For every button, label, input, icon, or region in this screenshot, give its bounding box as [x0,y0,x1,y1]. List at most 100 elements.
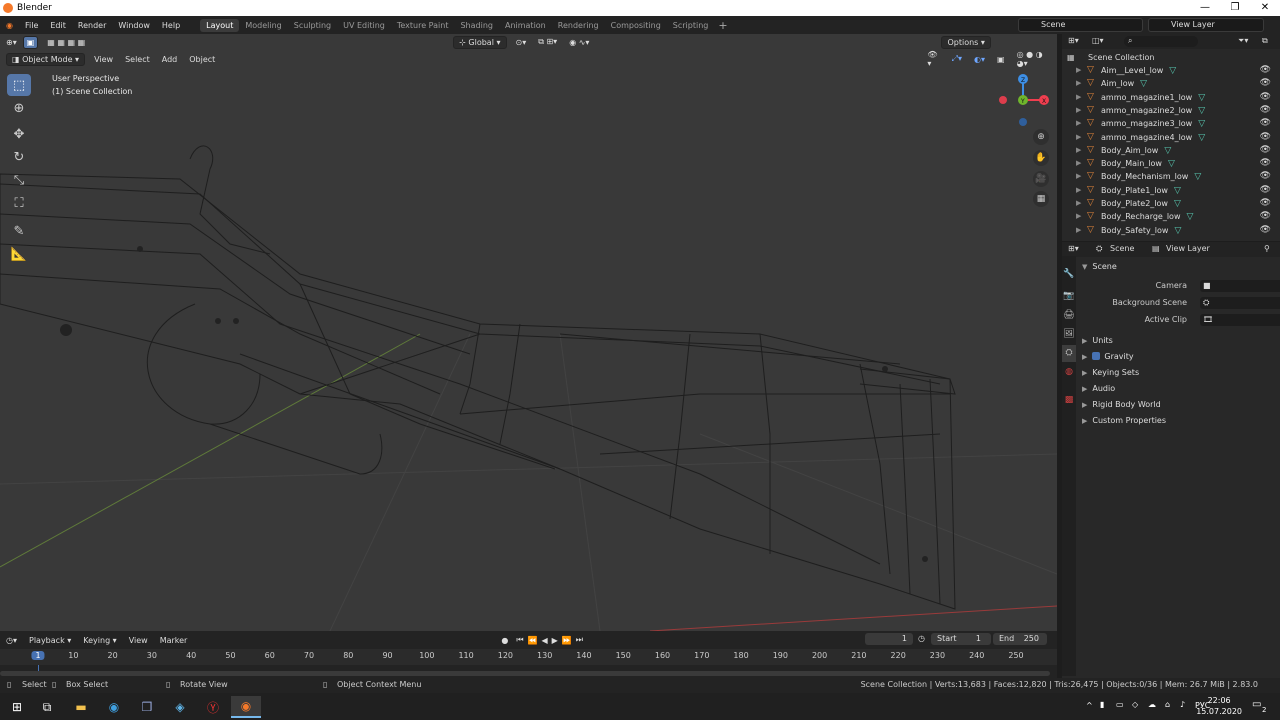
mesh-data-icon[interactable]: ▽ [1187,212,1194,222]
expand-arrow-icon[interactable]: ▶ [1076,210,1081,223]
view-layer-tab-icon2[interactable]: 🖼 [1062,326,1076,343]
options-dropdown[interactable]: Options ▾ [941,35,991,49]
expand-arrow-icon[interactable]: ▶ [1076,197,1081,210]
mesh-data-icon[interactable]: ▽ [1140,79,1147,89]
scale-tool-icon[interactable]: ⤡ [7,169,31,191]
units-panel[interactable]: ▶ Units [1082,336,1113,345]
editor-type-icon[interactable]: ⊕▾ [0,38,23,47]
navigation-gizmo[interactable]: Z X Y [995,72,1053,128]
visibility-eye-icon[interactable]: 👁 [1260,91,1271,104]
camera-field[interactable]: ■✒ [1200,280,1280,292]
menu-select[interactable]: Select [119,55,156,64]
outliner-item[interactable]: ▶ ▽ Body_Plate2_low ▽ 👁 [1062,197,1280,210]
rotate-tool-icon[interactable]: ↻ [7,146,31,168]
menu-window[interactable]: Window [112,21,156,30]
active-clip-field[interactable]: 🎞 [1200,314,1280,326]
mesh-data-icon[interactable]: ▽ [1168,159,1175,169]
visibility-eye-icon[interactable]: 👁 [1260,131,1271,144]
viewport-canvas[interactable] [0,34,1057,631]
mesh-data-icon[interactable]: ▽ [1174,186,1181,196]
expand-arrow-icon[interactable]: ▶ [1076,131,1081,144]
outliner-item[interactable]: ▶ ▽ Aim__Level_low ▽ 👁 [1062,64,1280,77]
mesh-data-icon[interactable]: ▽ [1198,133,1205,143]
proportional-edit-icon[interactable]: ◉ ∿▾ [563,38,595,47]
visibility-eye-icon[interactable]: 👁 [1260,197,1271,210]
scene-selector[interactable]: Scene [1018,18,1143,32]
outliner-item[interactable]: ▶ ▽ ammo_magazine4_low ▽ 👁 [1062,131,1280,144]
mesh-data-icon[interactable]: ▽ [1169,66,1176,76]
expand-arrow-icon[interactable]: ▶ [1076,224,1081,237]
play-reverse-icon[interactable]: ◀ [540,636,550,645]
outliner-item[interactable]: ▶ ▽ ammo_magazine1_low ▽ 👁 [1062,91,1280,104]
mesh-data-icon[interactable]: ▽ [1164,146,1171,156]
mesh-data-icon[interactable]: ▽ [1198,93,1205,103]
file-explorer-icon[interactable]: ▬ [66,696,96,718]
outliner-search-input[interactable]: ⌕ [1124,36,1198,47]
battery-icon[interactable]: ▭ [1116,700,1124,709]
workspace-tab-compositing[interactable]: Compositing [605,19,667,32]
new-collection-icon[interactable]: ⧉ [1262,36,1268,46]
end-frame-field[interactable]: End 250 [993,633,1047,645]
outliner-item[interactable]: ▶ ▽ Body_Safety_low ▽ 👁 [1062,224,1280,237]
keying-sets-panel[interactable]: ▶ Keying Sets [1082,368,1139,377]
display-mode-icon[interactable]: ◫▾ [1092,36,1104,45]
visibility-eye-icon[interactable]: 👁 [1260,224,1271,237]
mesh-data-icon[interactable]: ▽ [1174,226,1181,236]
workspace-tab-scripting[interactable]: Scripting [667,19,715,32]
record-icon[interactable]: ● [495,636,514,645]
snap-icon[interactable]: ⧉ ⊞▾ [532,37,563,47]
overlay-toggle-icon[interactable]: ◐▾ [968,55,991,64]
custom-properties-panel[interactable]: ▶ Custom Properties [1082,416,1166,425]
task-view-icon[interactable]: ⧉ [32,696,62,718]
visibility-icon[interactable]: 👁▾ [921,50,945,68]
mode-dropdown[interactable]: ◨ Object Mode ▾ [6,52,86,66]
yandex-browser-icon[interactable]: Ⓨ [198,696,228,718]
telegram-icon[interactable]: ◈ [165,696,195,718]
mesh-data-icon[interactable]: ▽ [1198,106,1205,116]
camera-view-icon[interactable]: 🎥 [1033,171,1049,187]
visibility-eye-icon[interactable]: 👁 [1260,210,1271,223]
transform-orientation-dropdown[interactable]: ⊹ Global ▾ [453,35,507,49]
gravity-checkbox[interactable] [1092,352,1101,360]
close-button[interactable]: ✕ [1250,0,1280,16]
keying-menu[interactable]: Keying ▾ [77,636,122,645]
ortho-grid-icon[interactable]: ▦ [1033,191,1049,207]
expand-arrow-icon[interactable]: ▶ [1076,104,1081,117]
cursor-tool-icon[interactable]: ⊕ [7,97,31,119]
menu-render[interactable]: Render [72,21,112,30]
preview-range-icon[interactable]: ◷ [918,634,925,643]
xray-toggle-icon[interactable]: ▣ [991,55,1011,64]
texture-tab-icon[interactable]: ▩ [1062,392,1076,409]
expand-arrow-icon[interactable]: ▶ [1076,144,1081,157]
properties-scene-label[interactable]: Scene [1110,244,1134,253]
prev-keyframe-icon[interactable]: ⏪ [526,636,540,645]
visibility-eye-icon[interactable]: 👁 [1260,157,1271,170]
maximize-button[interactable]: ❐ [1220,0,1250,16]
pan-hand-icon[interactable]: ✋ [1033,150,1049,166]
notifications-icon[interactable]: ▭ [1252,699,1261,710]
visibility-eye-icon[interactable]: 👁 [1260,64,1271,77]
render-tab-icon[interactable]: 📷 [1062,288,1076,305]
outliner-root[interactable]: ▦ Scene Collection [1062,51,1280,64]
workspace-tab-animation[interactable]: Animation [499,19,552,32]
workspace-tab-shading[interactable]: Shading [454,19,499,32]
selection-mode-icons[interactable]: ▦ ▦ ▦ ▦ [41,38,91,47]
rigid-body-world-panel[interactable]: ▶ Rigid Body World [1082,400,1161,409]
windows-start-icon[interactable]: ⊞ [2,696,32,718]
blender-menu-icon[interactable]: ◉ [0,21,19,30]
minimize-button[interactable]: — [1190,0,1220,16]
zoom-icon[interactable]: ⊕ [1033,129,1049,145]
background-scene-field[interactable]: ⛭ [1200,297,1280,309]
select-tool-icon[interactable]: ▣ [22,35,39,49]
outliner-editor-icon[interactable]: ⊞▾ [1068,36,1079,45]
annotate-tool-icon[interactable]: ✎ [7,220,31,242]
jump-end-icon[interactable]: ⏭ [574,635,585,645]
outliner-item[interactable]: ▶ ▽ Body_Main_low ▽ 👁 [1062,157,1280,170]
gizmo-toggle-icon[interactable]: ⤢▾ [946,54,968,64]
system-clock[interactable]: 22:06 15.07.2020 [1196,695,1242,717]
add-workspace-icon[interactable]: + [714,19,731,32]
scene-section-header[interactable]: ▼ Scene [1082,262,1117,271]
menu-edit[interactable]: Edit [44,21,72,30]
pivot-point-icon[interactable]: ⊙▾ [510,38,533,47]
timeline-scrollbar[interactable] [0,671,1050,676]
